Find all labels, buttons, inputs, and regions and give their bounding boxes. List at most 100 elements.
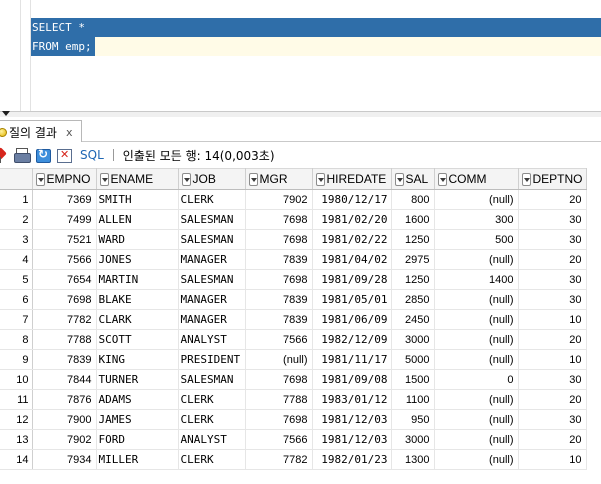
cell-deptno[interactable]: 10	[518, 309, 587, 330]
cell-mgr[interactable]: 7698	[245, 269, 313, 290]
row-number[interactable]: 4	[0, 249, 33, 270]
table-row[interactable]: 11 7876 ADAMS CLERK 7788 1983/01/12 1100 (null)…	[0, 389, 587, 410]
row-number[interactable]: 7	[0, 309, 33, 330]
table-row[interactable]: 14 7934 MILLER CLERK 7782 1982/01/23 1300 (null…	[0, 449, 587, 470]
table-row[interactable]: 7 7782 CLARK MANAGER 7839 1981/06/09 2450 (null…	[0, 309, 587, 330]
sort-icon[interactable]	[315, 172, 325, 186]
cell-hiredate[interactable]: 1982/01/23	[312, 449, 392, 470]
cell-deptno[interactable]: 20	[518, 429, 587, 450]
column-header[interactable]: MGR	[245, 168, 313, 190]
cell-mgr[interactable]: 7782	[245, 449, 313, 470]
cell-ename[interactable]: SMITH	[96, 189, 179, 210]
cell-mgr[interactable]: 7902	[245, 189, 313, 210]
cell-job[interactable]: SALESMAN	[178, 369, 246, 390]
row-number[interactable]: 10	[0, 369, 33, 390]
close-tab-button[interactable]: x	[66, 126, 73, 139]
cell-comm[interactable]: 500	[434, 229, 519, 250]
cell-ename[interactable]: JAMES	[96, 409, 179, 430]
row-number[interactable]: 13	[0, 429, 33, 450]
cell-mgr[interactable]: 7698	[245, 369, 313, 390]
cell-job[interactable]: SALESMAN	[178, 269, 246, 290]
cell-comm[interactable]: (null)	[434, 349, 519, 370]
print-icon[interactable]	[14, 147, 31, 163]
row-number[interactable]: 1	[0, 189, 33, 210]
cell-job[interactable]: CLERK	[178, 449, 246, 470]
cell-mgr[interactable]: 7698	[245, 229, 313, 250]
cell-hiredate[interactable]: 1982/12/09	[312, 329, 392, 350]
cell-deptno[interactable]: 30	[518, 369, 587, 390]
cell-deptno[interactable]: 10	[518, 449, 587, 470]
cell-ename[interactable]: BLAKE	[96, 289, 179, 310]
cell-ename[interactable]: JONES	[96, 249, 179, 270]
cell-hiredate[interactable]: 1981/12/03	[312, 429, 392, 450]
cell-comm[interactable]: (null)	[434, 249, 519, 270]
cell-sal[interactable]: 2850	[391, 289, 435, 310]
cell-hiredate[interactable]: 1981/12/03	[312, 409, 392, 430]
cell-deptno[interactable]: 30	[518, 229, 587, 250]
cell-job[interactable]: MANAGER	[178, 249, 246, 270]
column-header[interactable]: DEPTNO	[518, 168, 587, 190]
code-line-1[interactable]: SELECT *	[31, 18, 92, 37]
cell-ename[interactable]: MARTIN	[96, 269, 179, 290]
table-row[interactable]: 8 7788 SCOTT ANALYST 7566 1982/12/09 3000 (null…	[0, 329, 587, 350]
cell-hiredate[interactable]: 1980/12/17	[312, 189, 392, 210]
cell-sal[interactable]: 1250	[391, 269, 435, 290]
results-grid[interactable]: EMPNO ENAME JOB MGR HIREDATE SAL COMM DE…	[0, 168, 601, 484]
row-number[interactable]: 14	[0, 449, 33, 470]
table-row[interactable]: 12 7900 JAMES CLERK 7698 1981/12/03 950 (null) 3…	[0, 409, 587, 430]
row-number[interactable]: 2	[0, 209, 33, 230]
cell-comm[interactable]: 1400	[434, 269, 519, 290]
sort-icon[interactable]	[521, 172, 531, 186]
cell-comm[interactable]: (null)	[434, 449, 519, 470]
table-row[interactable]: 5 7654 MARTIN SALESMAN 7698 1981/09/28 1250 140…	[0, 269, 587, 290]
sql-editor[interactable]: SELECT * FROM emp;	[0, 0, 601, 112]
cell-comm[interactable]: (null)	[434, 409, 519, 430]
cell-empno[interactable]: 7876	[32, 389, 97, 410]
cell-deptno[interactable]: 10	[518, 349, 587, 370]
column-header[interactable]: HIREDATE	[312, 168, 392, 190]
cell-mgr[interactable]: (null)	[245, 349, 313, 370]
cell-hiredate[interactable]: 1981/09/28	[312, 269, 392, 290]
cell-deptno[interactable]: 30	[518, 209, 587, 230]
table-row[interactable]: 13 7902 FORD ANALYST 7566 1981/12/03 3000 (null…	[0, 429, 587, 450]
cell-deptno[interactable]: 30	[518, 289, 587, 310]
cell-hiredate[interactable]: 1983/01/12	[312, 389, 392, 410]
table-row[interactable]: 6 7698 BLAKE MANAGER 7839 1981/05/01 2850 (null…	[0, 289, 587, 310]
cell-deptno[interactable]: 30	[518, 409, 587, 430]
row-number[interactable]: 11	[0, 389, 33, 410]
cell-empno[interactable]: 7654	[32, 269, 97, 290]
cell-empno[interactable]: 7934	[32, 449, 97, 470]
row-number[interactable]: 8	[0, 329, 33, 350]
cell-sal[interactable]: 1600	[391, 209, 435, 230]
cell-empno[interactable]: 7844	[32, 369, 97, 390]
cell-job[interactable]: SALESMAN	[178, 229, 246, 250]
code-line-2[interactable]: FROM emp;	[31, 37, 92, 56]
cell-ename[interactable]: MILLER	[96, 449, 179, 470]
cell-empno[interactable]: 7782	[32, 309, 97, 330]
cell-hiredate[interactable]: 1981/09/08	[312, 369, 392, 390]
cell-ename[interactable]: ALLEN	[96, 209, 179, 230]
export-icon[interactable]	[56, 147, 72, 163]
cell-deptno[interactable]: 20	[518, 249, 587, 270]
column-header[interactable]: JOB	[178, 168, 246, 190]
cell-job[interactable]: PRESIDENT	[178, 349, 246, 370]
cell-ename[interactable]: TURNER	[96, 369, 179, 390]
cell-mgr[interactable]: 7839	[245, 309, 313, 330]
sort-icon[interactable]	[181, 172, 191, 186]
row-number[interactable]: 12	[0, 409, 33, 430]
cell-job[interactable]: MANAGER	[178, 289, 246, 310]
cell-hiredate[interactable]: 1981/05/01	[312, 289, 392, 310]
row-number[interactable]: 3	[0, 229, 33, 250]
cell-deptno[interactable]: 20	[518, 389, 587, 410]
cell-hiredate[interactable]: 1981/06/09	[312, 309, 392, 330]
row-number[interactable]: 9	[0, 349, 33, 370]
cell-mgr[interactable]: 7788	[245, 389, 313, 410]
cell-hiredate[interactable]: 1981/04/02	[312, 249, 392, 270]
cell-comm[interactable]: 0	[434, 369, 519, 390]
pin-icon[interactable]	[0, 147, 8, 163]
cell-sal[interactable]: 3000	[391, 429, 435, 450]
cell-mgr[interactable]: 7839	[245, 249, 313, 270]
cell-comm[interactable]: (null)	[434, 329, 519, 350]
cell-mgr[interactable]: 7566	[245, 429, 313, 450]
cell-sal[interactable]: 3000	[391, 329, 435, 350]
